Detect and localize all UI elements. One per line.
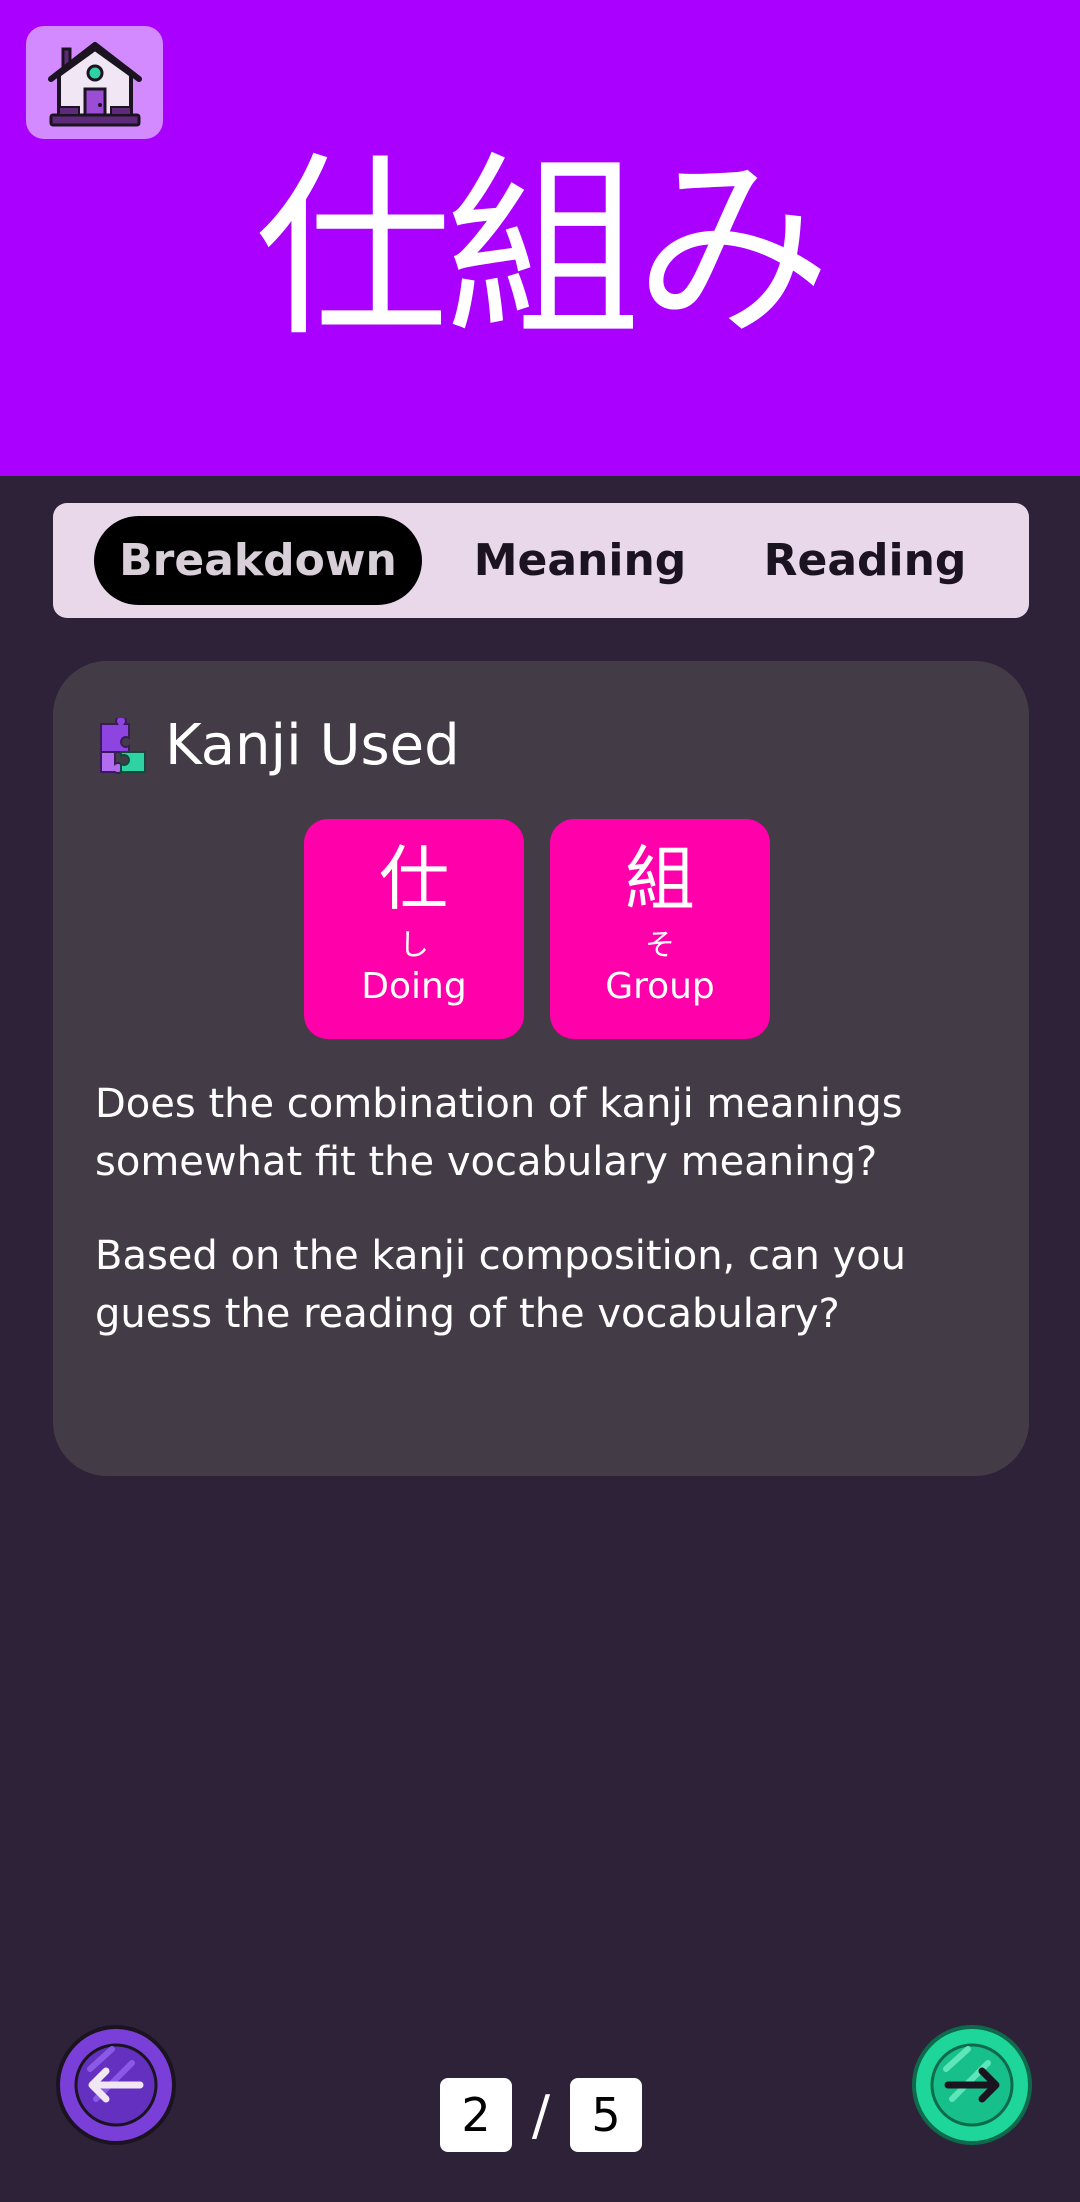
question-reading-guess: Based on the kanji composition, can you … xyxy=(95,1233,907,1337)
breakdown-card: Kanji Used 仕 し Doing 組 そ Group Does the … xyxy=(53,661,1029,1476)
card-header: Kanji Used xyxy=(95,713,460,778)
kanji-reading: し xyxy=(399,928,429,963)
current-page: 2 xyxy=(440,2078,512,2152)
tab-bar: Breakdown Meaning Reading xyxy=(53,503,1029,618)
kanji-reading: そ xyxy=(645,928,675,963)
kanji-meaning: Doing xyxy=(361,966,467,1007)
kanji-character: 仕 xyxy=(379,838,449,920)
vocab-header: 仕組み xyxy=(0,0,1080,476)
kanji-meaning: Group xyxy=(605,966,715,1007)
total-pages: 5 xyxy=(570,2078,642,2152)
tab-meaning[interactable]: Meaning xyxy=(445,516,715,605)
kanji-character: 組 xyxy=(625,838,695,920)
card-title: Kanji Used xyxy=(165,713,460,778)
home-icon xyxy=(47,41,142,126)
vocabulary-word: 仕組み xyxy=(254,136,831,364)
previous-button[interactable] xyxy=(56,2025,176,2145)
question-meaning-fit: Does the combination of kanji meanings s… xyxy=(95,1081,903,1185)
tab-breakdown[interactable]: Breakdown xyxy=(94,516,422,605)
arrow-left-icon xyxy=(74,2043,158,2127)
pagination: 2 / 5 xyxy=(440,2078,642,2152)
tab-reading[interactable]: Reading xyxy=(733,516,997,605)
page-separator: / xyxy=(531,2083,551,2147)
next-button[interactable] xyxy=(912,2025,1032,2145)
kanji-tile[interactable]: 仕 し Doing xyxy=(304,819,524,1039)
arrow-right-icon xyxy=(930,2043,1014,2127)
home-button[interactable] xyxy=(26,26,163,139)
puzzle-icon xyxy=(100,717,146,774)
kanji-tile[interactable]: 組 そ Group xyxy=(550,819,770,1039)
